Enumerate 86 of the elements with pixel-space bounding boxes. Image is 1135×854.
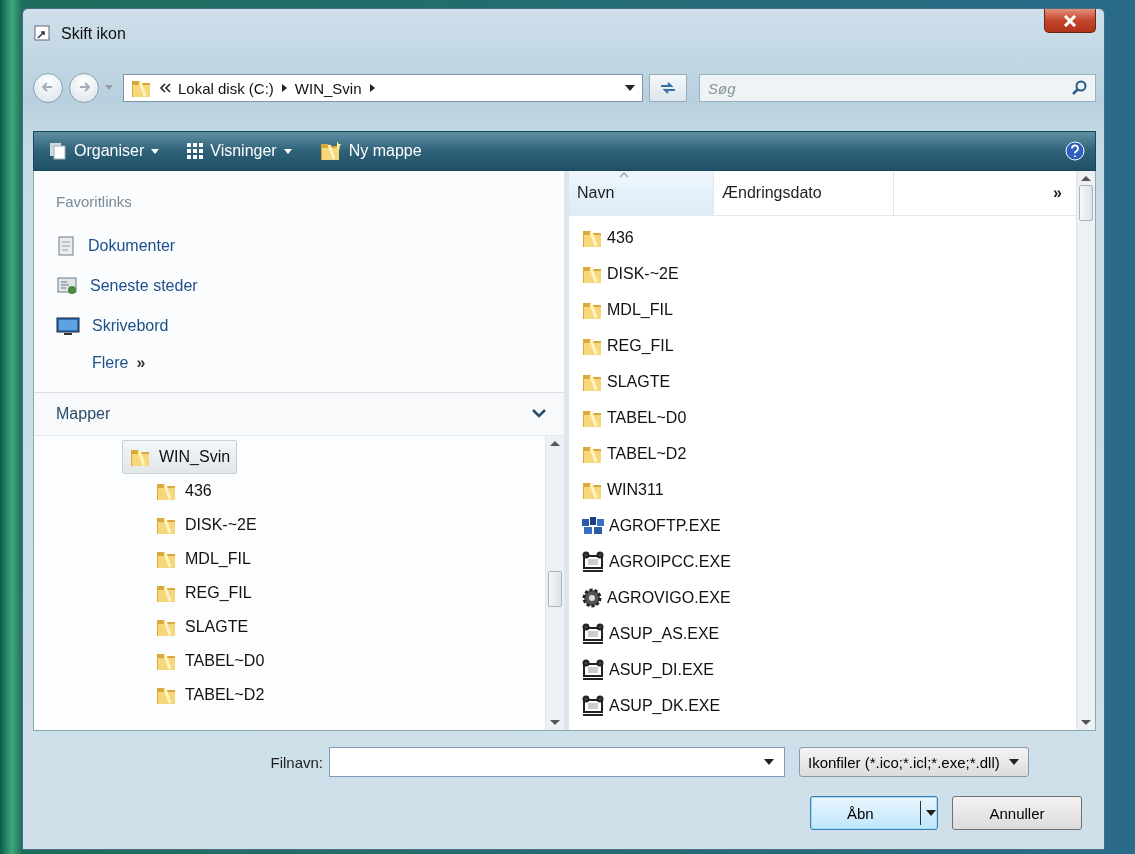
scroll-up-icon — [550, 440, 560, 446]
file-item[interactable]: AGROVIGO.EXE — [581, 580, 1076, 616]
arrow-left-icon — [42, 80, 54, 93]
close-button[interactable] — [1044, 9, 1096, 33]
forward-button[interactable] — [69, 73, 99, 103]
blocks-icon — [581, 515, 605, 537]
robot-icon — [581, 551, 605, 573]
open-button[interactable]: Åbn — [810, 796, 938, 830]
help-icon[interactable] — [1065, 141, 1085, 161]
file-item[interactable]: ASUP_DK.EXE — [581, 688, 1076, 724]
file-item[interactable]: MDL_FIL — [581, 292, 1076, 328]
close-icon — [1063, 14, 1077, 27]
tree-item[interactable]: TABEL~D2 — [148, 678, 272, 712]
file-item[interactable]: TABEL~D2 — [581, 436, 1076, 472]
file-type-dropdown[interactable]: Ikonfiler (*.ico;*.icl;*.exe;*.dll) — [799, 747, 1029, 777]
caret-icon — [105, 85, 113, 91]
address-bar[interactable]: Lokal disk (C:) WIN_Svin — [123, 74, 643, 102]
caret-icon — [925, 809, 937, 817]
scroll-thumb[interactable] — [1079, 185, 1093, 221]
scroll-up-icon — [1081, 175, 1091, 181]
robot-icon — [581, 695, 605, 717]
pages-icon — [48, 141, 68, 161]
gear-icon — [581, 587, 603, 609]
tree-item[interactable]: TABEL~D0 — [148, 644, 272, 678]
toolbar-button[interactable]: Organiser — [44, 139, 165, 163]
arrow-right-icon — [78, 80, 90, 93]
column-overflow[interactable]: » — [1053, 184, 1076, 202]
caret-icon — [150, 147, 161, 155]
refresh-icon — [658, 80, 678, 96]
caret-icon — [763, 758, 775, 766]
tree-item[interactable]: SLAGTE — [148, 610, 256, 644]
file-item[interactable]: AGROFTP.EXE — [581, 508, 1076, 544]
scroll-down-icon — [550, 720, 560, 726]
tree-item[interactable]: WIN_Svin — [122, 440, 238, 474]
tree-item[interactable]: DISK-~2E — [148, 508, 264, 542]
caret-icon — [282, 147, 293, 155]
file-item[interactable]: ASUP_AS.EXE — [581, 616, 1076, 652]
favorite-link[interactable]: Dokumenter — [56, 226, 564, 266]
file-item[interactable]: DISK-~2E — [581, 256, 1076, 292]
folders-header[interactable]: Mapper — [34, 392, 564, 436]
refresh-button[interactable] — [649, 74, 687, 102]
scrollbar[interactable] — [1076, 171, 1095, 730]
double-chevron-icon — [159, 83, 171, 93]
window-icon — [33, 24, 53, 44]
robot-icon — [581, 623, 605, 645]
section-heading: Favoritlinks — [56, 193, 133, 210]
file-item[interactable]: TABEL~D0 — [581, 400, 1076, 436]
breadcrumb-item[interactable]: WIN_Svin — [294, 79, 362, 97]
file-item[interactable]: ASUP_DI.EXE — [581, 652, 1076, 688]
file-item[interactable]: REG_FIL — [581, 328, 1076, 364]
robot-icon — [581, 659, 605, 681]
desktop-icon — [56, 316, 80, 336]
column-header[interactable]: Navn — [569, 171, 714, 215]
file-item[interactable]: WIN311 — [581, 472, 1076, 508]
window-title: Skift ikon — [61, 25, 126, 43]
column-header[interactable]: Ændringsdato — [714, 171, 894, 215]
grid-icon — [186, 142, 205, 160]
chevron-down-icon — [532, 409, 546, 419]
more-link[interactable]: Flere » — [56, 346, 564, 380]
new-folder-icon — [318, 140, 343, 162]
scroll-down-icon — [1081, 720, 1091, 726]
tree-item[interactable]: MDL_FIL — [148, 542, 258, 576]
toolbar-button[interactable]: Ny mappe — [314, 138, 426, 164]
chevron-icon — [368, 83, 376, 93]
caret-icon — [624, 84, 636, 92]
caret-icon — [1007, 758, 1020, 766]
search-field[interactable]: Søg — [699, 74, 1096, 102]
filename-field[interactable] — [329, 747, 785, 777]
chevron-icon — [280, 83, 288, 93]
toolbar-button[interactable]: Visninger — [182, 140, 297, 162]
cancel-button[interactable]: Annuller — [952, 796, 1082, 830]
file-item[interactable]: SLAGTE — [581, 364, 1076, 400]
recent-places-icon — [56, 275, 78, 297]
tree-item[interactable]: REG_FIL — [148, 576, 259, 610]
search-icon — [1072, 80, 1088, 96]
document-icon — [56, 235, 76, 257]
favorite-link[interactable]: Skrivebord — [56, 306, 564, 346]
file-item[interactable]: AGROIPCC.EXE — [581, 544, 1076, 580]
favorite-link[interactable]: Seneste steder — [56, 266, 564, 306]
file-item[interactable]: 436 — [581, 220, 1076, 256]
back-button[interactable] — [33, 73, 63, 103]
tree-item[interactable]: 436 — [148, 474, 219, 508]
field-label: Filnavn: — [269, 753, 323, 771]
scrollbar[interactable] — [545, 436, 564, 730]
scroll-thumb[interactable] — [548, 570, 562, 607]
breadcrumb-item[interactable]: Lokal disk (C:) — [178, 79, 274, 97]
